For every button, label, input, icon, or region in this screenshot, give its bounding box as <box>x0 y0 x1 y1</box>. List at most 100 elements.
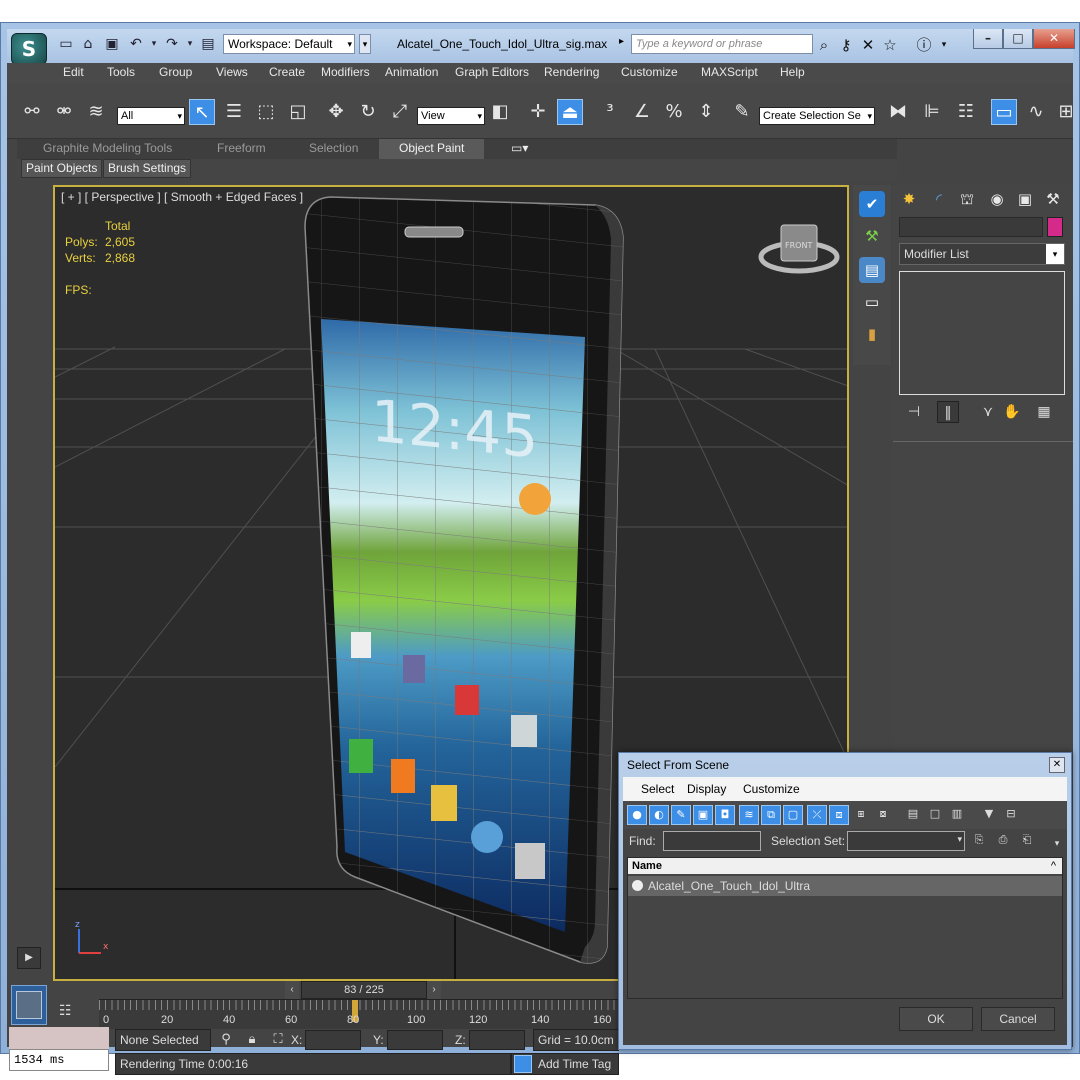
display-groups-icon[interactable]: ⧉ <box>761 805 781 825</box>
layer-manager-icon[interactable]: ☷ <box>953 99 979 125</box>
communication-icon[interactable]: ✕ <box>859 36 877 54</box>
menu-modifiers[interactable]: Modifiers <box>321 65 370 79</box>
modifier-stack[interactable] <box>899 271 1065 395</box>
window-crossing-icon[interactable]: ◱ <box>285 99 311 125</box>
object-color-swatch[interactable] <box>1047 217 1063 237</box>
configure-modifier-sets-icon[interactable]: ▦ <box>1033 401 1055 423</box>
select-none-icon[interactable]: □ <box>925 805 945 825</box>
new-file-icon[interactable]: ▭ <box>57 35 75 53</box>
menu-tools[interactable]: Tools <box>107 65 135 79</box>
object-name-field[interactable] <box>899 217 1043 237</box>
open-file-icon[interactable]: ⌂ <box>79 35 97 53</box>
reference-coordinate-dropdown[interactable]: View ▾ <box>417 107 485 125</box>
binoculars-icon[interactable]: ⌕ <box>815 36 833 54</box>
viewcube[interactable]: FRONT <box>758 224 840 274</box>
find-input[interactable] <box>663 831 761 851</box>
track-bar-icon[interactable]: ☷ <box>59 1003 72 1019</box>
edit-named-selection-icon[interactable]: ✎ <box>729 99 755 125</box>
close-button[interactable]: ✕ <box>1033 29 1075 49</box>
time-slider[interactable]: 83 / 225 <box>301 981 427 999</box>
dialog-menu-select[interactable]: Select <box>641 782 674 796</box>
filter-icon[interactable]: ▼ <box>979 805 999 825</box>
display-geometry-icon[interactable]: ● <box>627 805 647 825</box>
display-xrefs-icon[interactable]: ▢ <box>783 805 803 825</box>
menu-edit[interactable]: Edit <box>63 65 84 79</box>
menu-create[interactable]: Create <box>269 65 305 79</box>
monitor-icon[interactable]: ▭ <box>859 289 885 315</box>
selection-filter-dropdown[interactable]: All ▾ <box>117 107 185 125</box>
display-frozen-icon[interactable]: ⧆ <box>851 805 871 825</box>
help-dropdown-icon[interactable]: ▾ <box>935 36 953 54</box>
z-coordinate-field[interactable] <box>469 1030 525 1050</box>
menu-animation[interactable]: Animation <box>385 65 438 79</box>
dialog-close-button[interactable]: ✕ <box>1049 757 1065 773</box>
lock-selection-icon[interactable]: 🔒︎ <box>243 1031 261 1049</box>
redo-icon[interactable]: ↷ <box>163 35 181 53</box>
hierarchy-display-icon[interactable]: ⊟ <box>1001 805 1021 825</box>
select-by-name-icon[interactable]: ☰ <box>221 99 247 125</box>
create-tab-icon[interactable]: ✸ <box>897 187 921 211</box>
menu-maxscript[interactable]: MAXScript <box>701 65 758 79</box>
select-manipulate-icon[interactable]: ✛ <box>525 99 551 125</box>
search-input[interactable]: Type a keyword or phrase <box>631 34 813 54</box>
absolute-mode-icon[interactable]: ⛶ <box>269 1031 287 1049</box>
named-selection-dropdown[interactable]: Create Selection Se ▾ <box>759 107 875 125</box>
list-item[interactable]: Alcatel_One_Touch_Idol_Ultra <box>628 876 1062 896</box>
isolate-selection-icon[interactable]: ⚲ <box>217 1031 235 1049</box>
tab-freeform[interactable]: Freeform <box>217 141 266 155</box>
menu-graph-editors[interactable]: Graph Editors <box>455 65 529 79</box>
brush-settings-button[interactable]: Brush Settings <box>103 159 192 178</box>
help-icon[interactable]: ⓘ <box>915 36 933 54</box>
schematic-view-icon[interactable]: ⊞ <box>1053 99 1079 125</box>
track-bar[interactable]: 0 20 40 60 80 100 120 140 160 <box>99 999 619 1029</box>
select-invert-icon[interactable]: ▥ <box>947 805 967 825</box>
angle-snap-icon[interactable]: ∠ <box>629 99 655 125</box>
create-selection-set-icon[interactable]: ⎘ <box>969 831 989 851</box>
ribbon-options-icon[interactable]: ▭▾ <box>511 141 528 155</box>
remove-from-selection-set-icon[interactable]: ⎗ <box>1017 831 1037 851</box>
remove-modifier-icon[interactable]: ✋ <box>1001 401 1023 423</box>
add-time-tag-button[interactable]: Add Time Tag <box>511 1053 619 1075</box>
modifier-list-dropdown[interactable]: Modifier List ▾ <box>899 243 1065 265</box>
maximize-button[interactable]: □ <box>1003 29 1033 49</box>
play-icon[interactable]: ▶ <box>17 947 41 969</box>
display-tab-icon[interactable]: ▣ <box>1013 187 1037 211</box>
door-icon[interactable]: ▮ <box>859 321 885 347</box>
tab-selection[interactable]: Selection <box>309 141 358 155</box>
make-unique-icon[interactable]: ⋎ <box>977 401 999 423</box>
bind-space-warp-icon[interactable]: ≋ <box>83 99 109 125</box>
menu-rendering[interactable]: Rendering <box>544 65 599 79</box>
tab-graphite-modeling-tools[interactable]: Graphite Modeling Tools <box>43 141 172 155</box>
x-coordinate-field[interactable] <box>305 1030 361 1050</box>
align-icon[interactable]: ⊫ <box>919 99 945 125</box>
utilities-tab-icon[interactable]: ⚒ <box>1041 187 1065 211</box>
paint-objects-button[interactable]: Paint Objects <box>21 159 103 178</box>
move-icon[interactable]: ✥ <box>323 99 349 125</box>
modify-tab-icon[interactable]: ◜ <box>927 187 951 211</box>
display-containers-icon[interactable]: ⧈ <box>829 805 849 825</box>
drill-icon[interactable]: ⚒ <box>859 223 885 249</box>
checkmark-icon[interactable]: ✔ <box>859 191 885 217</box>
tab-object-paint[interactable]: Object Paint <box>379 139 485 159</box>
minimize-button[interactable]: – <box>973 29 1003 49</box>
display-hidden-icon[interactable]: ⧇ <box>873 805 893 825</box>
ok-button[interactable]: OK <box>899 1007 973 1031</box>
menu-group[interactable]: Group <box>159 65 192 79</box>
menu-help[interactable]: Help <box>780 65 805 79</box>
display-helpers-icon[interactable]: ◘ <box>715 805 735 825</box>
show-end-result-icon[interactable]: ‖ <box>937 401 959 423</box>
percent-snap-icon[interactable]: % <box>661 99 687 125</box>
redo-dropdown-icon[interactable]: ▾ <box>181 35 199 53</box>
render-setup-icon[interactable]: ▤ <box>859 257 885 283</box>
next-frame-icon[interactable]: › <box>427 981 441 999</box>
display-lights-icon[interactable]: ✎ <box>671 805 691 825</box>
rotate-icon[interactable]: ↻ <box>355 99 381 125</box>
viewport-label[interactable]: [ + ] [ Perspective ] [ Smooth + Edged F… <box>61 190 303 204</box>
snaps-toggle-icon[interactable]: ³ <box>597 99 623 125</box>
save-icon[interactable]: ▣ <box>103 35 121 53</box>
select-and-link-icon[interactable]: ⚯ <box>19 99 45 125</box>
workspace-menu-button[interactable]: ▾ <box>359 34 371 54</box>
menu-views[interactable]: Views <box>216 65 248 79</box>
spinner-snap-icon[interactable]: ⇕ <box>693 99 719 125</box>
motion-tab-icon[interactable]: ◉ <box>985 187 1009 211</box>
